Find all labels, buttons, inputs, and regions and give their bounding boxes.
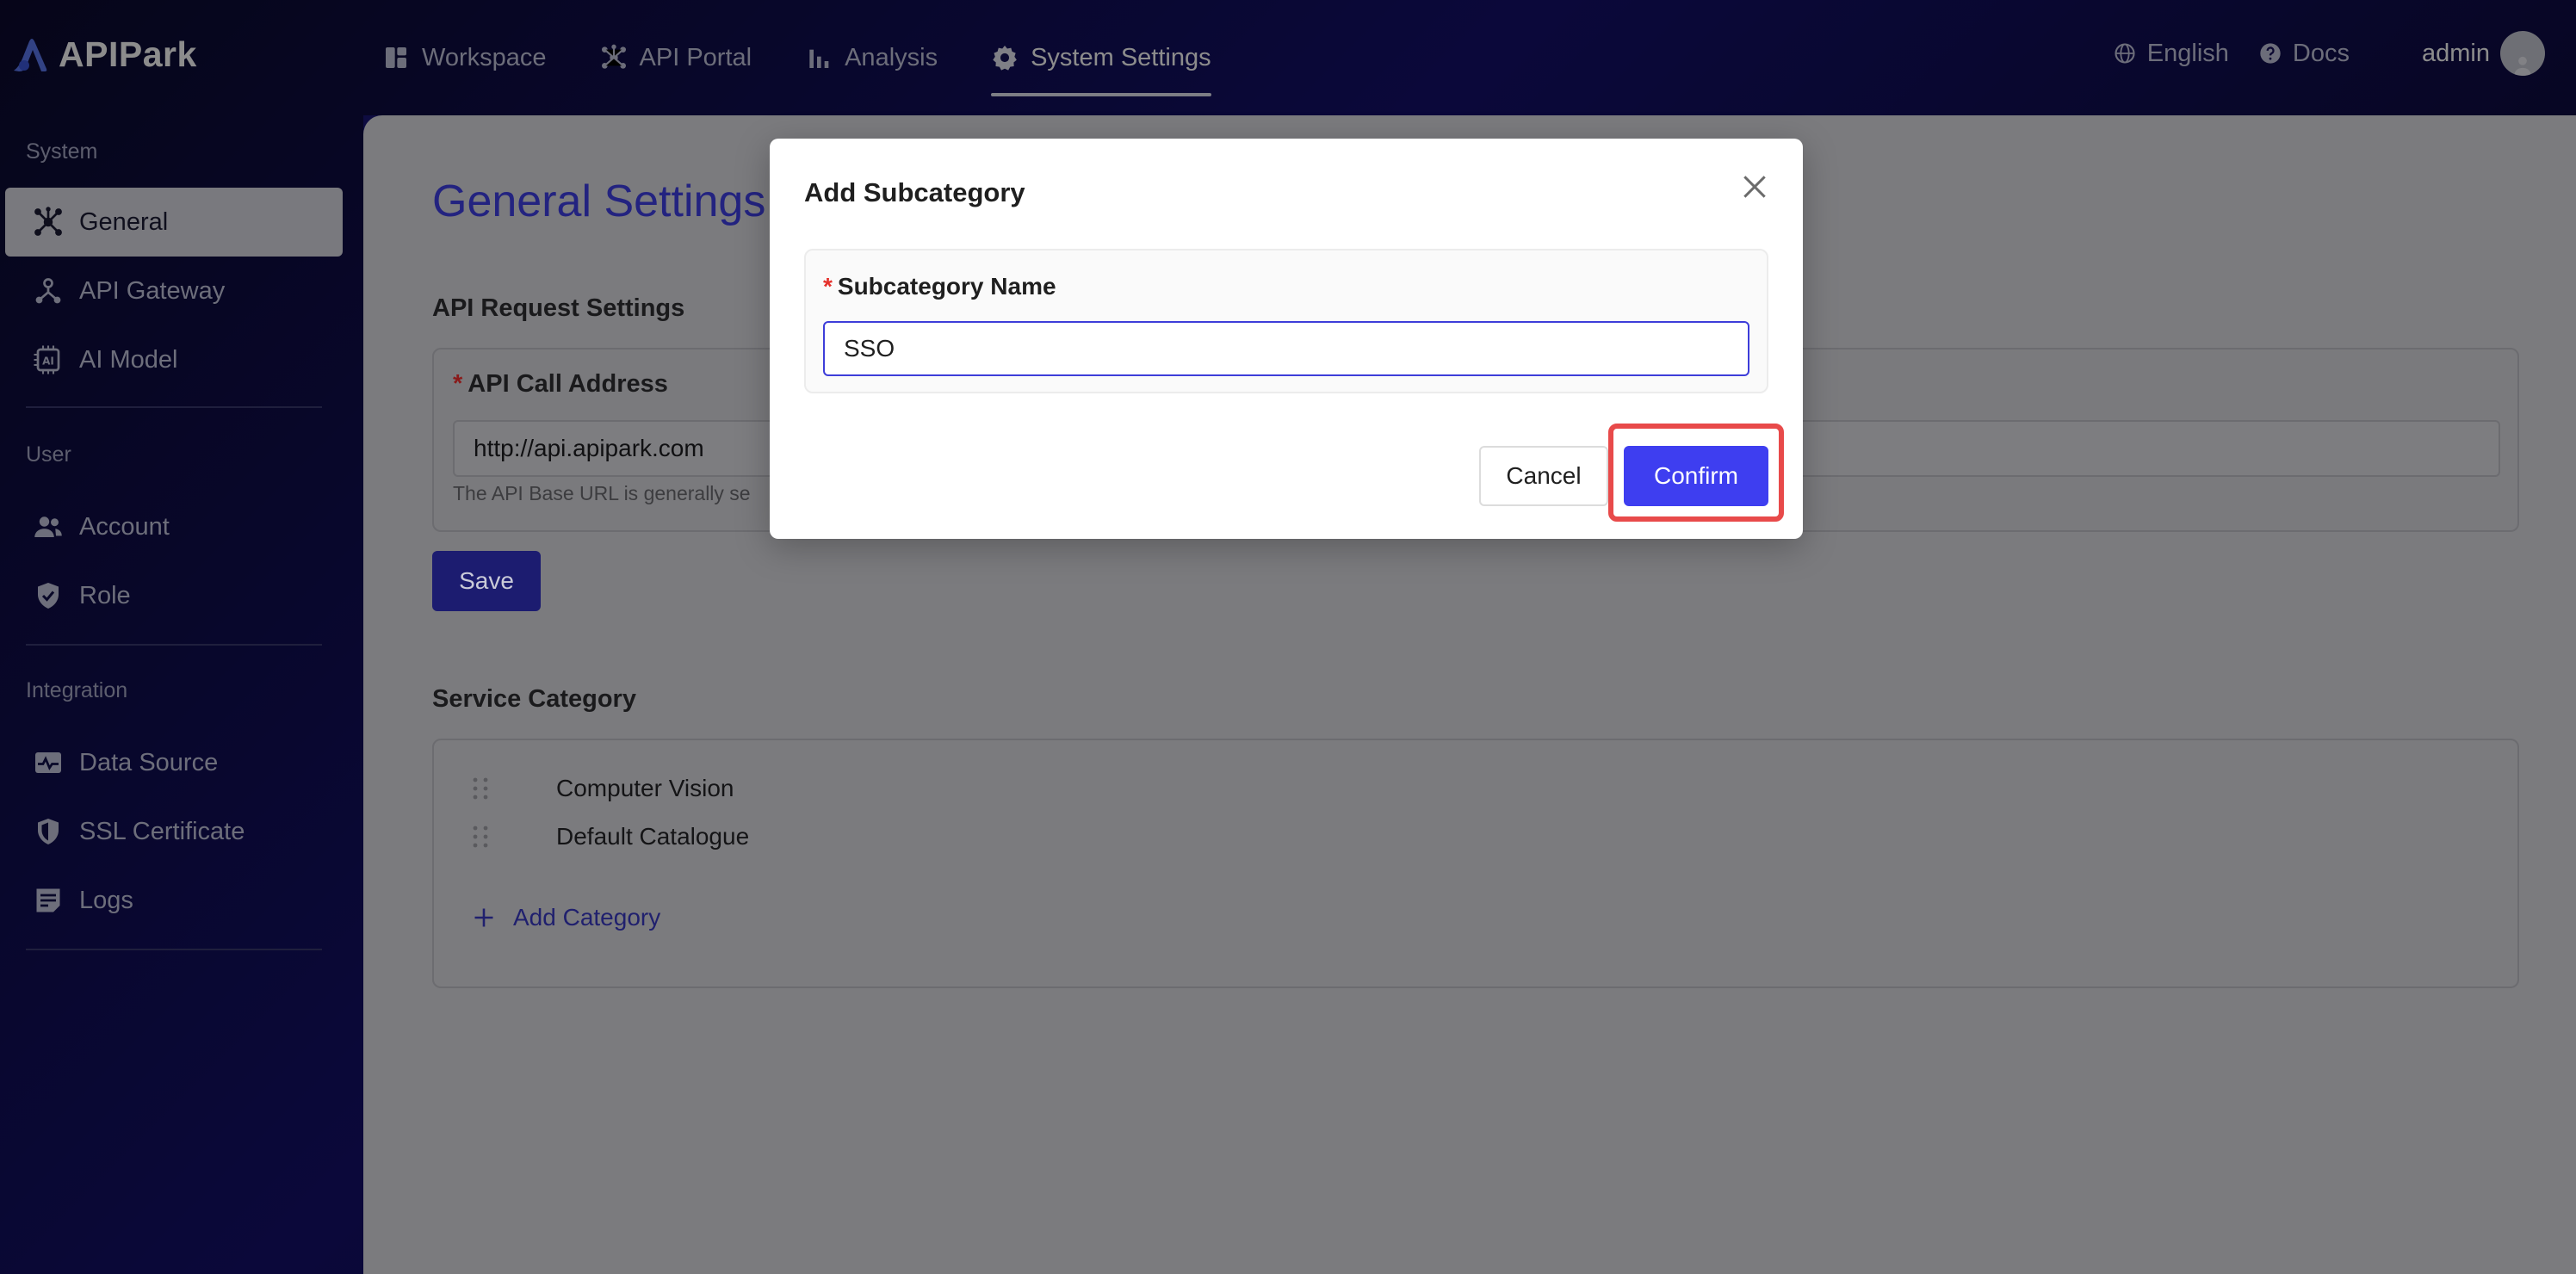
user-menu[interactable]: admin: [2422, 31, 2545, 76]
topnav-label: Workspace: [422, 43, 547, 71]
language-switch[interactable]: English: [2113, 40, 2229, 68]
dialog-title: Add Subcategory: [804, 177, 1025, 207]
users-icon: [34, 516, 62, 537]
hub-icon: [34, 207, 62, 236]
docs-link[interactable]: Docs: [2258, 40, 2350, 68]
sidebar-item-label: SSL Certificate: [79, 817, 245, 845]
service-category-title: Service Category: [432, 685, 636, 713]
app-logo[interactable]: APIPark: [10, 33, 197, 76]
sidebar-section-user: User: [26, 442, 71, 467]
dashboard-icon: [386, 47, 406, 68]
drag-handle-icon[interactable]: [472, 825, 489, 849]
gear-icon: [993, 46, 1017, 71]
sidebar-divider: [26, 644, 322, 646]
drag-handle-icon[interactable]: [472, 776, 489, 801]
subcategory-name-input[interactable]: [823, 321, 1749, 376]
required-marker: *: [823, 273, 833, 300]
field-label-text: API Call Address: [468, 370, 668, 398]
category-label: Default Catalogue: [556, 823, 750, 850]
shield-check-icon: [38, 583, 59, 609]
category-label: Computer Vision: [556, 775, 734, 801]
api-call-address-help: The API Base URL is generally se: [453, 482, 751, 504]
service-category-list: Computer Vision Default Catalogue Add Ca…: [432, 739, 2519, 988]
required-marker: *: [453, 370, 463, 398]
topnav-analysis[interactable]: Analysis: [805, 0, 938, 115]
logs-icon: [36, 888, 60, 912]
add-subcategory-dialog: Add Subcategory *Subcategory Name Cancel…: [770, 139, 1803, 539]
cancel-button[interactable]: Cancel: [1479, 446, 1608, 506]
sidebar-divider: [26, 949, 322, 950]
confirm-button[interactable]: Confirm: [1624, 446, 1768, 506]
add-category-button[interactable]: Add Category: [472, 904, 660, 931]
sidebar-item-label: Account: [79, 512, 170, 541]
topnav-api-portal[interactable]: API Portal: [600, 0, 752, 115]
sidebar-item-logs[interactable]: Logs: [5, 866, 343, 935]
add-category-label: Add Category: [513, 904, 661, 931]
sidebar-item-label: General: [79, 207, 169, 236]
sidebar-section-system: System: [26, 139, 98, 164]
topnav-label: System Settings: [1031, 43, 1211, 71]
topnav-label: Analysis: [845, 43, 938, 71]
username: admin: [2422, 39, 2490, 67]
page-title: General Settings: [432, 176, 766, 226]
brand-name: APIPark: [59, 34, 197, 74]
list-item[interactable]: Computer Vision: [472, 775, 734, 802]
sidebar-item-api-gateway[interactable]: API Gateway: [5, 257, 343, 325]
save-button[interactable]: Save: [432, 551, 541, 611]
sidebar: System General API Gateway AI AI Model U…: [0, 115, 363, 1274]
close-icon[interactable]: [1737, 170, 1772, 204]
help-circle-icon: [2260, 43, 2281, 64]
top-right-controls: English Docs admin: [2113, 0, 2545, 107]
sidebar-item-account[interactable]: Account: [5, 492, 343, 561]
gateway-icon: [35, 278, 61, 304]
api-call-address-label: * API Call Address: [453, 370, 668, 399]
api-request-settings-title: API Request Settings: [432, 294, 685, 322]
ai-model-icon: AI: [34, 345, 60, 374]
top-nav: Workspace API Portal Analysis System Set…: [382, 0, 1265, 115]
topnav-workspace[interactable]: Workspace: [382, 0, 547, 115]
sidebar-item-ssl-certificate[interactable]: SSL Certificate: [5, 797, 343, 866]
data-source-icon: [35, 752, 61, 773]
sidebar-item-label: Role: [79, 581, 131, 609]
topnav-label: API Portal: [639, 43, 752, 71]
sidebar-item-general[interactable]: General: [5, 188, 343, 257]
subcategory-name-label: * Subcategory Name: [823, 273, 1056, 300]
plus-icon: [474, 908, 493, 927]
field-label-text: Subcategory Name: [837, 273, 1056, 300]
shield-icon: [38, 819, 59, 844]
bar-chart-icon: [809, 49, 829, 68]
sidebar-item-ai-model[interactable]: AI AI Model: [5, 325, 343, 394]
apipark-logo-icon: [14, 39, 47, 71]
sidebar-item-label: API Gateway: [79, 276, 226, 305]
user-avatar-icon: [2514, 56, 2531, 76]
sidebar-item-label: Data Source: [79, 748, 219, 776]
docs-label: Docs: [2292, 39, 2350, 67]
language-label: English: [2146, 39, 2229, 67]
sidebar-item-role[interactable]: Role: [5, 561, 343, 630]
sidebar-item-label: Logs: [79, 886, 133, 914]
topnav-system-settings[interactable]: System Settings: [991, 0, 1211, 115]
subcategory-form: * Subcategory Name: [804, 249, 1768, 393]
svg-text:AI: AI: [42, 355, 54, 367]
list-item[interactable]: Default Catalogue: [472, 823, 749, 850]
sidebar-item-data-source[interactable]: Data Source: [5, 728, 343, 797]
sidebar-section-integration: Integration: [26, 678, 128, 702]
sidebar-item-label: AI Model: [79, 345, 178, 374]
network-icon: [601, 44, 626, 69]
avatar: [2500, 31, 2545, 76]
globe-icon: [2115, 43, 2135, 64]
top-bar: APIPark Workspace API Portal Analysis Sy…: [0, 0, 2576, 115]
sidebar-divider: [26, 406, 322, 408]
